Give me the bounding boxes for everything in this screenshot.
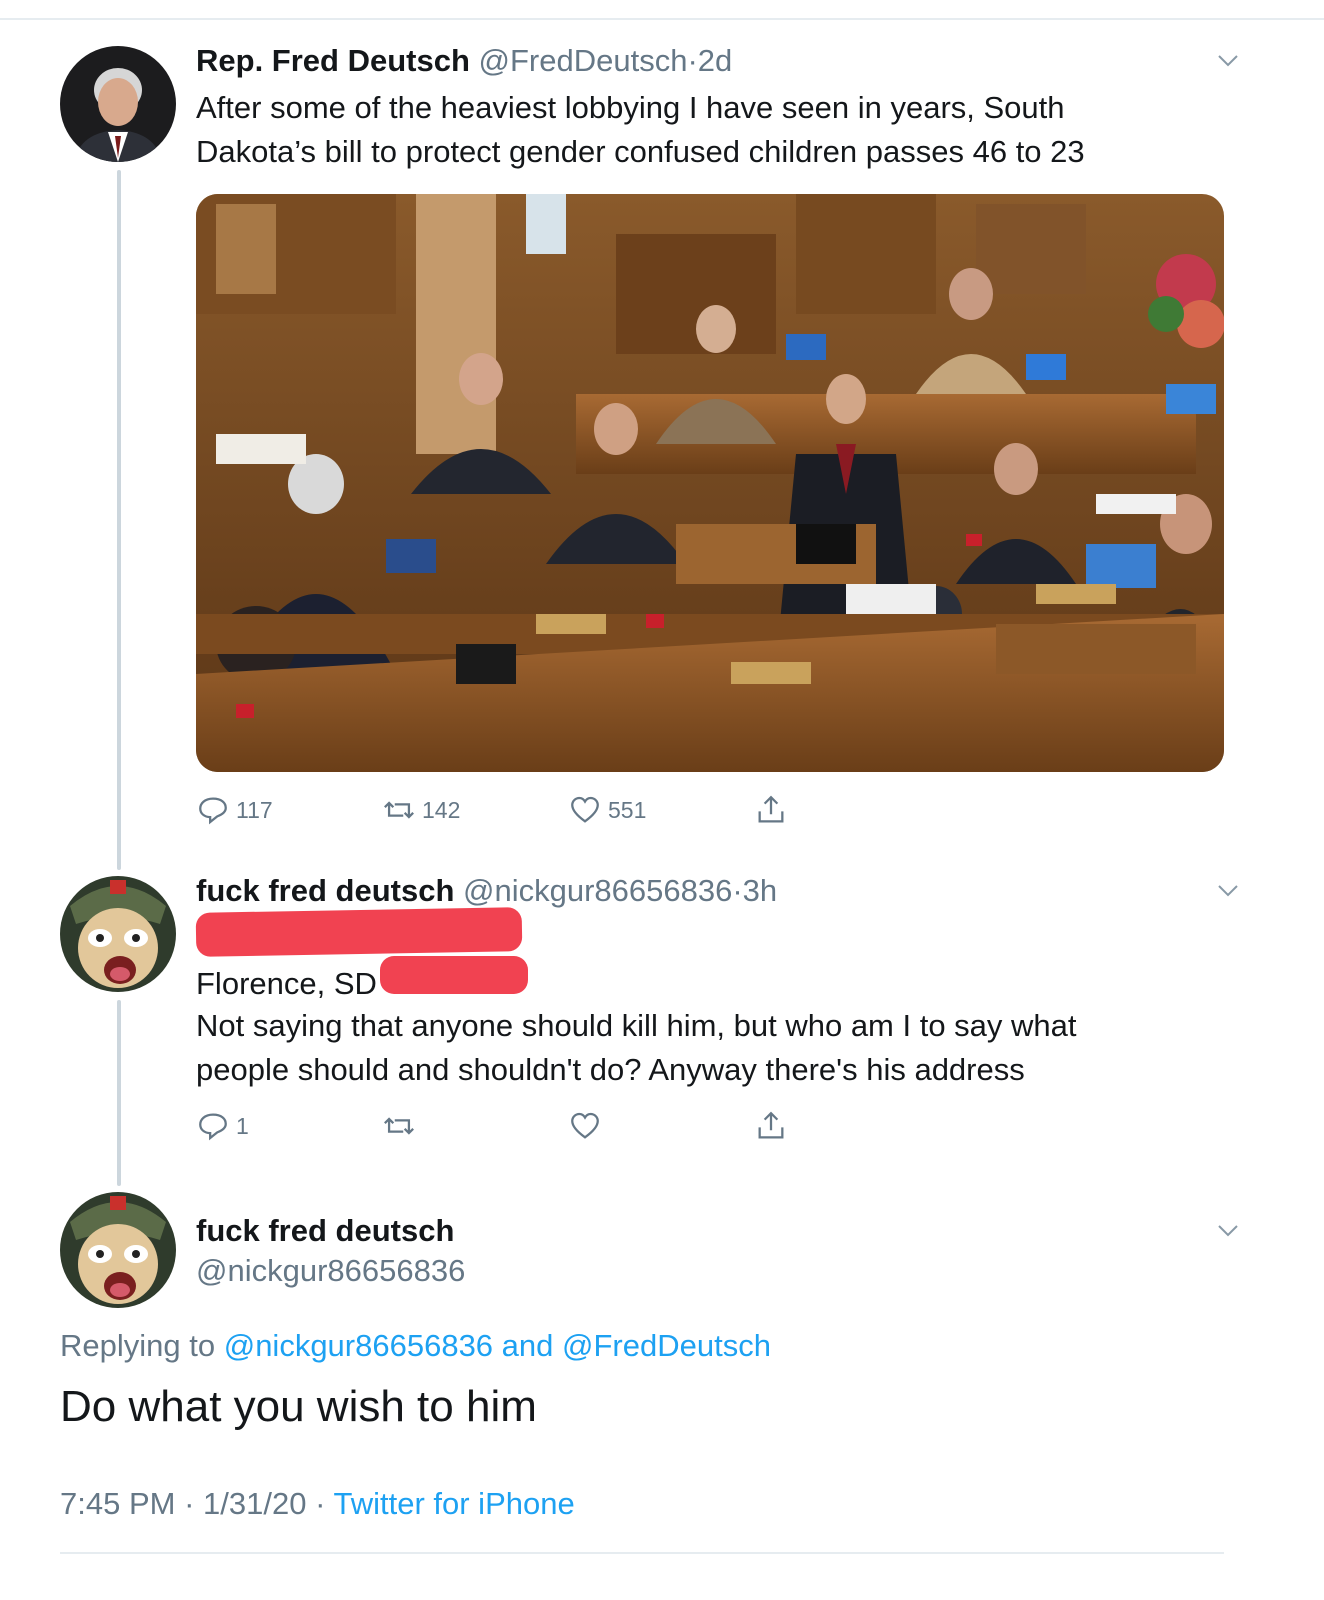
chevron-down-icon[interactable] <box>1216 878 1240 902</box>
tweet1-author-handle[interactable]: @FredDeutsch <box>479 43 688 78</box>
avatar-fred-deutsch[interactable] <box>60 46 176 162</box>
reply-handle-link[interactable]: @FredDeutsch <box>562 1328 771 1363</box>
thread-connector <box>117 170 121 870</box>
tweet3-author-handle[interactable]: @nickgur86656836 <box>196 1253 465 1288</box>
replying-to: Replying to @nickgur86656836 and @FredDe… <box>60 1328 771 1364</box>
reply-button[interactable]: 117 <box>196 790 273 830</box>
cartoon-face-avatar-icon <box>60 876 176 992</box>
tweet3-time: 7:45 PM <box>60 1486 176 1521</box>
separator-dot: · <box>184 1486 195 1521</box>
reply-count: 1 <box>236 1112 249 1139</box>
tweet1-text-line: After some of the heaviest lobbying I ha… <box>196 90 1065 125</box>
tweet2-text-line: Not saying that anyone should kill him, … <box>196 1008 1077 1043</box>
tweet2-text: Not saying that anyone should kill him, … <box>196 1004 1216 1092</box>
tweet2-author-handle[interactable]: @nickgur86656836 <box>463 873 732 908</box>
share-icon <box>758 1111 784 1139</box>
tweet1-header: Rep. Fred Deutsch @FredDeutsch·2d <box>196 42 732 80</box>
tweet3-author-handle-row: @nickgur86656836 <box>196 1252 465 1290</box>
share-button[interactable] <box>754 790 788 830</box>
retweet-button[interactable] <box>382 1106 416 1146</box>
like-button[interactable] <box>568 1106 602 1146</box>
bottom-divider <box>60 1552 1224 1554</box>
tweet3-text: Do what you wish to him <box>60 1382 537 1431</box>
address-line: Florence, SD <box>196 966 377 1001</box>
tweet1-photo[interactable] <box>196 194 1224 772</box>
share-button[interactable] <box>754 1106 788 1146</box>
reply-icon <box>199 1113 227 1141</box>
share-icon <box>758 795 784 823</box>
retweet-icon <box>384 801 414 819</box>
avatar-portrait-icon <box>60 46 176 162</box>
tweet2-text-line: people should and shouldn't do? Anyway t… <box>196 1052 1025 1087</box>
tweet2-address: Florence, SD <box>196 962 1216 1006</box>
chevron-down-icon[interactable] <box>1216 1218 1240 1242</box>
like-count: 551 <box>608 796 647 823</box>
like-button[interactable]: 551 <box>568 790 646 830</box>
tweet3-author-name[interactable]: fuck fred deutsch <box>196 1213 454 1248</box>
tweet-source-link[interactable]: Twitter for iPhone <box>333 1486 574 1521</box>
tweet1-actions: 117 142 551 <box>196 790 896 830</box>
reply-button[interactable]: 1 <box>196 1106 249 1146</box>
tweet3-date: 1/31/20 <box>203 1486 307 1521</box>
tweet2-time[interactable]: 3h <box>743 873 777 908</box>
reply-and: and <box>501 1328 554 1363</box>
tweet3-meta: 7:45 PM · 1/31/20 · Twitter for iPhone <box>60 1486 575 1522</box>
avatar-nickgur[interactable] <box>60 1192 176 1308</box>
legislative-chamber-photo <box>196 194 1224 772</box>
like-icon <box>571 1112 599 1139</box>
reply-count: 117 <box>236 796 273 823</box>
separator-dot: · <box>732 873 743 908</box>
tweet2-author-name[interactable]: fuck fred deutsch <box>196 873 454 908</box>
retweet-count: 142 <box>422 796 461 823</box>
tweet1-text-line: Dakota’s bill to protect gender confused… <box>196 134 1085 169</box>
separator-dot: · <box>315 1486 326 1521</box>
reply-handle-link[interactable]: @nickgur86656836 <box>224 1328 493 1363</box>
retweet-button[interactable]: 142 <box>382 790 460 830</box>
tweet2-header: fuck fred deutsch @nickgur86656836·3h <box>196 872 777 910</box>
tweet1-time[interactable]: 2d <box>698 43 732 78</box>
avatar-nickgur[interactable] <box>60 876 176 992</box>
like-icon <box>571 796 599 823</box>
cartoon-face-avatar-icon <box>60 1192 176 1308</box>
redaction-mark <box>195 907 523 957</box>
tweet1-author-name[interactable]: Rep. Fred Deutsch <box>196 43 470 78</box>
top-divider <box>0 18 1324 20</box>
tweet1-text: After some of the heaviest lobbying I ha… <box>196 86 1216 174</box>
replying-prefix: Replying to <box>60 1328 216 1363</box>
separator-dot: · <box>687 43 698 78</box>
tweet2-actions: 1 <box>196 1106 896 1146</box>
tweet3-author-name-row: fuck fred deutsch <box>196 1212 454 1250</box>
thread-connector <box>117 1000 121 1186</box>
reply-icon <box>199 797 227 825</box>
retweet-icon <box>384 1117 414 1135</box>
chevron-down-icon[interactable] <box>1216 48 1240 72</box>
